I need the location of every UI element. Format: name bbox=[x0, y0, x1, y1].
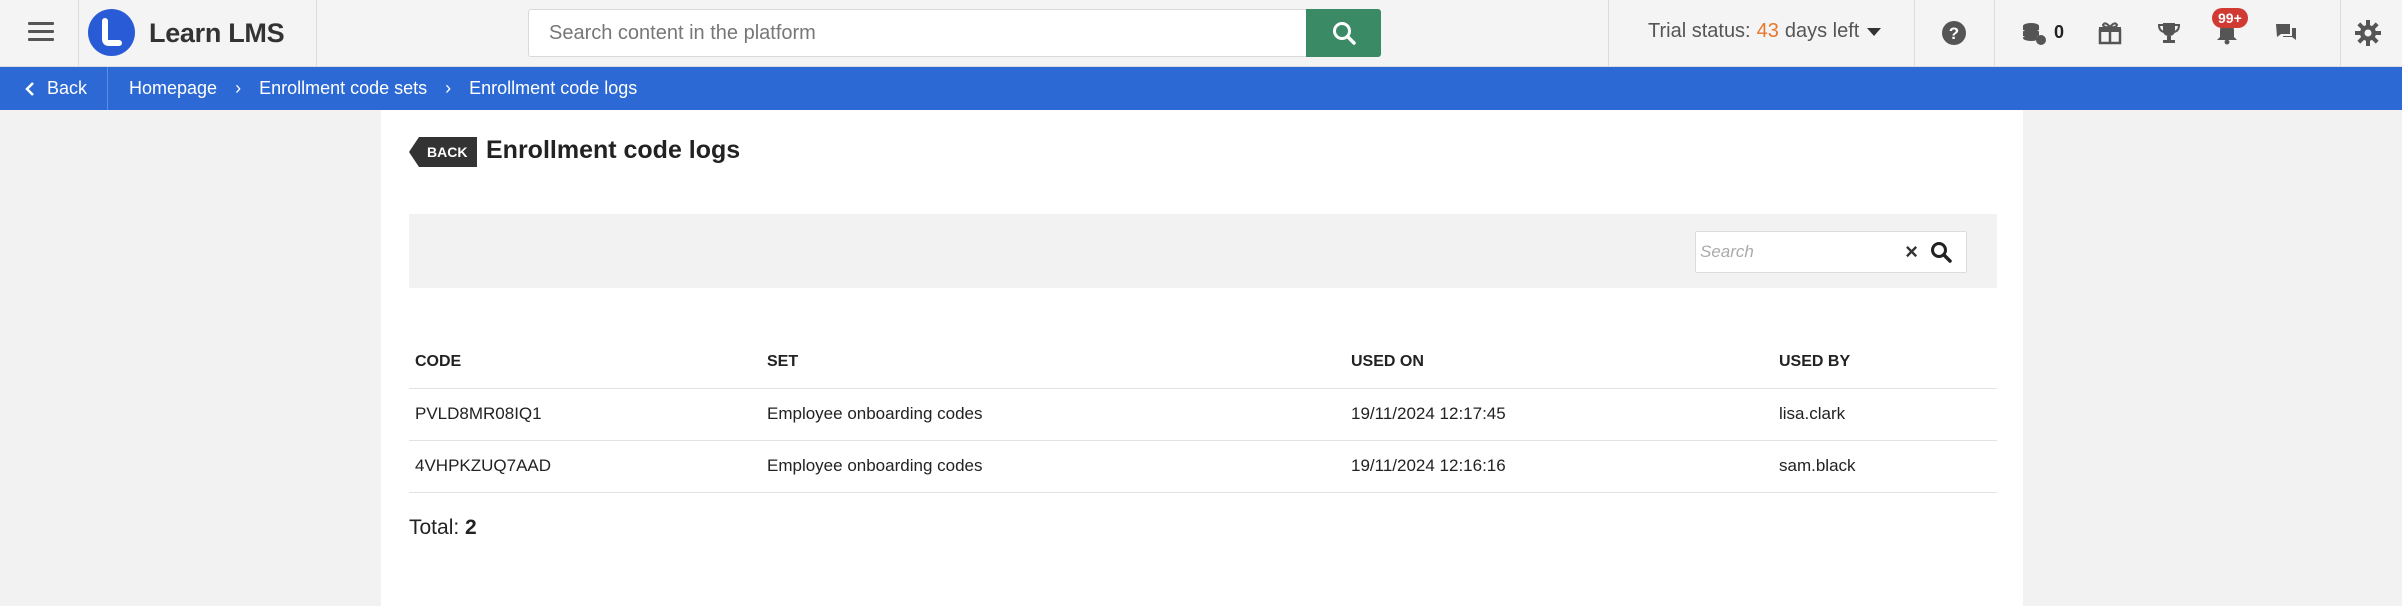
trophy-icon[interactable] bbox=[2155, 19, 2183, 47]
global-search-input[interactable] bbox=[528, 9, 1306, 57]
trial-days: 43 bbox=[1756, 20, 1779, 42]
table-header-row: CODE SET USED ON USED BY bbox=[409, 336, 1997, 389]
divider bbox=[1608, 0, 1609, 67]
back-link[interactable]: Back bbox=[25, 78, 87, 99]
cell-set: Employee onboarding codes bbox=[761, 388, 1345, 441]
trial-suffix: days left bbox=[1784, 20, 1860, 42]
breadcrumb-enrollment-code-sets[interactable]: Enrollment code sets bbox=[259, 78, 427, 99]
chevron-right-icon: › bbox=[235, 78, 242, 98]
cell-code: 4VHPKZUQ7AAD bbox=[409, 440, 761, 493]
clear-icon[interactable]: × bbox=[1905, 239, 1918, 265]
divider bbox=[1914, 0, 1915, 67]
logo-icon[interactable] bbox=[88, 9, 135, 56]
table-search: × bbox=[1695, 231, 1967, 273]
global-search-button[interactable] bbox=[1306, 9, 1381, 57]
breadcrumb-homepage[interactable]: Homepage bbox=[129, 78, 217, 99]
divider bbox=[107, 67, 108, 110]
caret-down-icon bbox=[1867, 27, 1882, 36]
filter-bar: × bbox=[409, 214, 1997, 288]
divider bbox=[316, 0, 317, 67]
breadcrumb-bar: Back Homepage › Enrollment code sets › E… bbox=[0, 67, 2402, 110]
cell-set: Employee onboarding codes bbox=[761, 440, 1345, 493]
cell-used-by: lisa.clark bbox=[1773, 388, 1997, 441]
content-panel: BACK Enrollment code logs × CODE SET USE… bbox=[381, 110, 2023, 606]
chevron-right-icon: › bbox=[445, 78, 452, 98]
column-code[interactable]: CODE bbox=[409, 336, 761, 389]
column-used-by[interactable]: USED BY bbox=[1773, 336, 1997, 389]
divider bbox=[2340, 0, 2341, 67]
divider bbox=[78, 0, 79, 67]
divider bbox=[1994, 0, 1995, 67]
search-icon[interactable] bbox=[1930, 241, 1952, 263]
total-label: Total: bbox=[409, 516, 460, 539]
page-title: Enrollment code logs bbox=[486, 136, 741, 164]
notifications-badge: 99+ bbox=[2212, 8, 2248, 28]
app-name[interactable]: Learn LMS bbox=[149, 18, 285, 49]
coins-icon[interactable] bbox=[2020, 19, 2048, 47]
menu-icon[interactable] bbox=[28, 22, 54, 44]
breadcrumb: Homepage › Enrollment code sets › Enroll… bbox=[129, 78, 637, 99]
cell-used-on: 19/11/2024 12:16:16 bbox=[1345, 440, 1773, 493]
total-value: 2 bbox=[465, 516, 477, 539]
back-button[interactable]: BACK bbox=[409, 137, 478, 167]
back-label: Back bbox=[47, 78, 88, 98]
svg-text:?: ? bbox=[1949, 24, 1959, 43]
cell-code: PVLD8MR08IQ1 bbox=[409, 388, 761, 441]
breadcrumb-enrollment-code-logs: Enrollment code logs bbox=[469, 78, 638, 98]
table-row: PVLD8MR08IQ1 Employee onboarding codes 1… bbox=[409, 388, 1997, 441]
top-bar: Learn LMS Trial status: 43 days left ? 0… bbox=[0, 0, 2402, 67]
cell-used-on: 19/11/2024 12:17:45 bbox=[1345, 388, 1773, 441]
cell-used-by: sam.black bbox=[1773, 440, 1997, 493]
coins-count: 0 bbox=[2054, 22, 2065, 42]
chevron-left-icon bbox=[25, 81, 34, 96]
column-used-on[interactable]: USED ON bbox=[1345, 336, 1773, 389]
total-count: Total: 2 bbox=[409, 516, 477, 540]
global-search bbox=[528, 9, 1381, 57]
trial-status-dropdown[interactable]: Trial status: 43 days left bbox=[1648, 20, 1882, 43]
trial-prefix: Trial status: bbox=[1648, 20, 1751, 42]
table-search-input[interactable] bbox=[1696, 242, 1906, 262]
help-icon[interactable]: ? bbox=[1940, 19, 1968, 47]
search-icon bbox=[1332, 22, 1356, 45]
chat-icon[interactable] bbox=[2272, 19, 2300, 47]
table-row: 4VHPKZUQ7AAD Employee onboarding codes 1… bbox=[409, 440, 1997, 493]
logs-table: CODE SET USED ON USED BY PVLD8MR08IQ1 Em… bbox=[409, 336, 1997, 493]
column-set[interactable]: SET bbox=[761, 336, 1345, 389]
gift-icon[interactable] bbox=[2096, 19, 2124, 47]
gear-icon[interactable] bbox=[2354, 19, 2382, 47]
